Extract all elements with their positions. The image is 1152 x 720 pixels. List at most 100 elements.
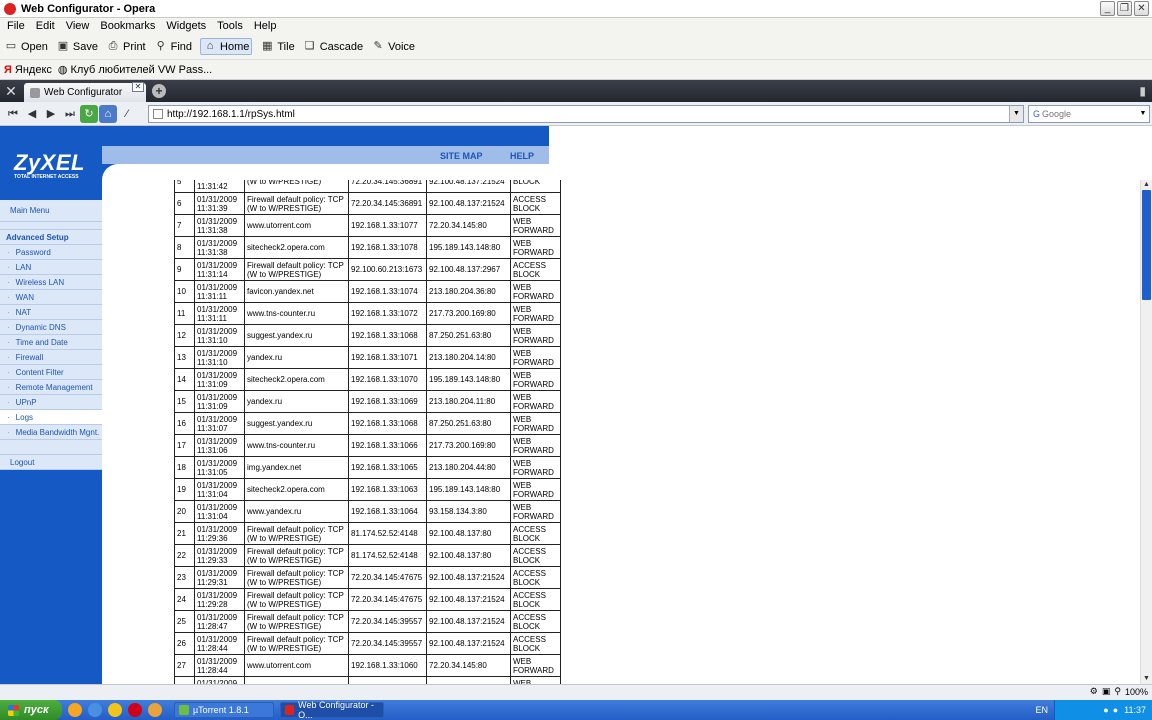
menu-file[interactable]: File [3, 20, 32, 32]
cascade-button[interactable]: ❏ Cascade [303, 40, 363, 53]
sidebar-item-time-date[interactable]: Time and Date [0, 335, 102, 350]
find-icon: ⚲ [156, 40, 165, 52]
log-destination-line: 92.100.48.137:21524 [429, 595, 505, 604]
log-message-line: img.yandex.net [247, 463, 302, 472]
log-row: 9 01/31/2009 11:31:14 Firewall default poli… [174, 258, 561, 281]
quicklaunch-ie-icon[interactable] [88, 703, 102, 717]
print-button[interactable]: ⎙ Print [106, 40, 146, 53]
sidebar-item-wan[interactable]: WAN [0, 290, 102, 305]
menu-view[interactable]: View [62, 20, 97, 32]
log-destination-line: 92.100.48.137:21524 [429, 180, 505, 186]
tab-web-configurator[interactable]: Web Configurator ✕ [24, 82, 146, 102]
sidebar-item-logs[interactable]: Logs [0, 410, 102, 425]
quicklaunch-icon[interactable] [148, 703, 162, 717]
sidebar-item-media-bandwidth[interactable]: Media Bandwidth Mgnt. [0, 425, 102, 440]
log-note-line: WEB [513, 238, 532, 248]
back-button[interactable]: ◀ [23, 105, 41, 123]
site-map-link[interactable]: SITE MAP [440, 151, 483, 161]
wand-icon[interactable]: ⁄ [118, 105, 136, 123]
sidebar-logout[interactable]: Logout [0, 455, 102, 470]
turbo-icon[interactable]: ⚙ [1090, 686, 1098, 697]
folder-icon: ▭ [5, 40, 17, 52]
home-nav-button[interactable]: ⌂ [99, 104, 117, 123]
log-row: 11 01/31/2009 11:31:11 www.tns-counter.ru 19… [174, 302, 561, 325]
log-note: ACCESS BLOCK [510, 192, 561, 215]
menu-help[interactable]: Help [250, 20, 284, 32]
search-input[interactable] [1042, 109, 1133, 119]
log-no: 18 [174, 456, 195, 479]
image-icon[interactable]: ▣ [1102, 686, 1111, 697]
search-dropdown-icon[interactable]: ▼ [1137, 106, 1149, 122]
closed-tabs-icon[interactable]: ✕ [0, 80, 22, 102]
forward-button[interactable]: ▶ [42, 105, 60, 123]
start-button[interactable]: пуск [0, 700, 62, 720]
sidebar-item-dynamic-dns[interactable]: Dynamic DNS [0, 320, 102, 335]
find-button[interactable]: ⚲ Find [154, 40, 192, 53]
sidebar-item-content-filter[interactable]: Content Filter [0, 365, 102, 380]
tile-button[interactable]: ▦ Tile [260, 40, 295, 53]
sidebar-item-wireless-lan[interactable]: Wireless LAN [0, 275, 102, 290]
sidebar-item-remote-management[interactable]: Remote Management [0, 380, 102, 395]
page-scrollbar[interactable]: ▲ ▼ [1140, 180, 1152, 684]
menu-bookmarks[interactable]: Bookmarks [96, 20, 162, 32]
task-web-configurator[interactable]: Web Configurator - O... [280, 700, 384, 720]
minimize-button[interactable]: _ [1100, 1, 1115, 16]
log-destination-line: 92.100.48.137:80 [429, 529, 492, 538]
close-window-button[interactable]: ✕ [1134, 1, 1149, 16]
sidebar-item-password[interactable]: Password [0, 245, 102, 260]
sidebar-item-nat[interactable]: NAT [0, 305, 102, 320]
quicklaunch-icon[interactable] [68, 703, 82, 717]
voice-button[interactable]: ✎ Voice [371, 40, 416, 53]
sidebar-item-upnp[interactable]: UPnP [0, 395, 102, 410]
bookmark-yandex[interactable]: Я Яндекс [4, 64, 52, 76]
log-source: 192.168.1.33:1066 [348, 434, 427, 457]
log-time: 01/31/2009 11:29:31 [194, 566, 245, 589]
zoom-icon[interactable]: ⚲ [1114, 686, 1121, 697]
bookmark-vw-club[interactable]: ◍ Клуб любителей VW Pass... [58, 63, 212, 77]
tray-icon[interactable]: ● [1113, 705, 1118, 715]
close-tab-icon[interactable]: ✕ [132, 82, 144, 92]
url-input[interactable] [167, 108, 1007, 120]
task-utorrent[interactable]: µTorrent 1.8.1 [174, 702, 274, 718]
log-time: 01/31/2009 11:31:39 [194, 192, 245, 215]
url-field[interactable]: ▼ [148, 105, 1024, 123]
address-bar: ⏮ ◀ ▶ ⏭ ↻ ⌂ ⁄ ▼ G ▼ [0, 102, 1152, 126]
sidebar-main-menu[interactable]: Main Menu [0, 200, 102, 222]
rewind-button[interactable]: ⏮ [4, 105, 22, 123]
scroll-up-icon[interactable]: ▲ [1141, 180, 1152, 190]
help-link[interactable]: HELP [510, 151, 534, 161]
trash-icon[interactable]: ▮ [1139, 84, 1146, 98]
log-row: 5 01/31/200911:31:42(W to W/PRESTIGE) 72.2… [174, 180, 561, 193]
save-button[interactable]: ▣ Save [56, 40, 98, 53]
log-note: WEBFORWARD [510, 324, 561, 347]
quicklaunch-icon[interactable] [108, 703, 122, 717]
log-message: Firewall default policy: TCP (W to W/PRES… [244, 632, 349, 655]
reload-button[interactable]: ↻ [80, 104, 98, 123]
log-note: WEBFORWARD [510, 412, 561, 435]
language-indicator[interactable]: EN [1035, 705, 1048, 715]
open-button[interactable]: ▭ Open [4, 40, 48, 53]
fast-forward-button[interactable]: ⏭ [61, 105, 79, 123]
quicklaunch-opera-icon[interactable] [128, 703, 142, 717]
menu-edit[interactable]: Edit [32, 20, 62, 32]
menu-tools[interactable]: Tools [213, 20, 250, 32]
log-destination: 92.100.48.137:80 [426, 544, 511, 567]
sidebar-advanced-setup[interactable]: Advanced Setup [0, 230, 102, 245]
tray-icon[interactable]: ● [1103, 705, 1108, 715]
log-message-line: sitecheck2.opera.com [247, 243, 325, 252]
sidebar-item-lan[interactable]: LAN [0, 260, 102, 275]
log-note-line: FORWARD [513, 511, 554, 521]
url-dropdown-icon[interactable]: ▼ [1009, 106, 1023, 122]
log-destination: 92.100.48.137:80 [426, 522, 511, 545]
scroll-thumb[interactable] [1142, 190, 1151, 300]
search-field[interactable]: G ▼ [1028, 105, 1150, 123]
scroll-down-icon[interactable]: ▼ [1141, 674, 1152, 684]
home-button[interactable]: ⌂ Home [200, 38, 253, 55]
restore-button[interactable]: ❐ [1117, 1, 1132, 16]
log-note: ACCESS BLOCK [510, 544, 561, 567]
sidebar-item-firewall[interactable]: Firewall [0, 350, 102, 365]
new-tab-button[interactable]: + [152, 84, 166, 98]
zoom-level[interactable]: 100% [1125, 687, 1148, 697]
log-message-line: Firewall default policy: TCP [247, 634, 344, 644]
menu-widgets[interactable]: Widgets [162, 20, 213, 32]
